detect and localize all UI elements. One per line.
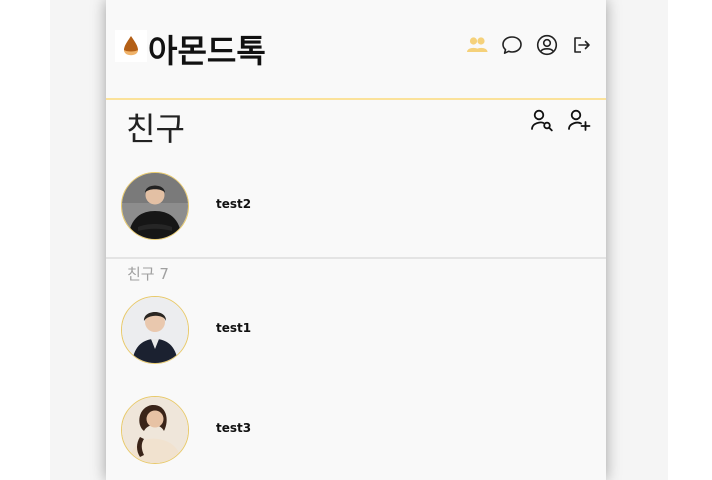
almond-logo-icon	[115, 30, 147, 62]
profile-icon[interactable]	[536, 34, 558, 56]
page-title: 친구	[126, 110, 185, 148]
logout-icon[interactable]	[571, 34, 593, 56]
friends-icon[interactable]	[466, 34, 488, 56]
chat-icon[interactable]	[501, 34, 523, 56]
friend-list-item[interactable]: test1	[106, 278, 606, 378]
my-profile-row[interactable]: test2	[106, 154, 606, 254]
title-row: 친구	[106, 100, 606, 150]
header: 아몬드톡	[106, 0, 606, 100]
avatar	[121, 172, 189, 240]
add-friend-icon[interactable]	[567, 108, 591, 132]
friend-list-item[interactable]: test3	[106, 378, 606, 478]
friend-name: test3	[216, 421, 252, 435]
avatar	[121, 296, 189, 364]
search-friend-icon[interactable]	[530, 108, 554, 132]
friend-name: test1	[216, 321, 252, 335]
friend-name: test2	[216, 197, 252, 211]
brand-title: 아몬드톡	[148, 32, 266, 70]
avatar	[121, 396, 189, 464]
section-divider	[106, 257, 606, 259]
app-window: 아몬드톡 친구 test2 친구 7 test1 test3	[106, 0, 606, 480]
